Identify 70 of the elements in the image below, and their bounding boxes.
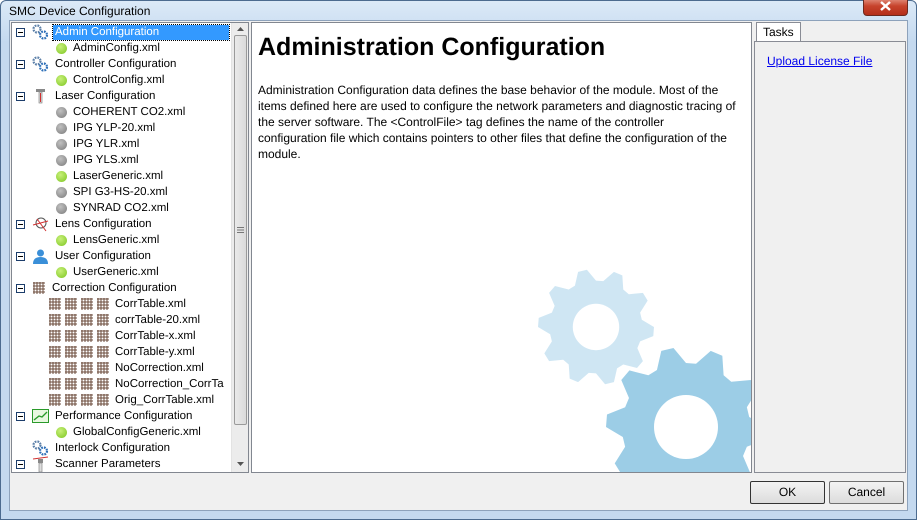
vertical-scrollbar[interactable] bbox=[231, 23, 248, 472]
tree-leaf[interactable]: LaserGeneric.xml bbox=[73, 168, 164, 184]
tree-leaf[interactable]: corrTable-20.xml bbox=[115, 312, 200, 328]
minus-icon bbox=[18, 286, 23, 290]
tree-node[interactable]: Controller Configuration bbox=[53, 56, 178, 72]
collapse-toggle[interactable] bbox=[16, 60, 25, 68]
tree-leaf[interactable]: NoCorrection.xml bbox=[115, 360, 204, 376]
tree-leaf[interactable]: AdminConfig.xml bbox=[73, 40, 160, 56]
collapse-toggle[interactable] bbox=[16, 92, 25, 100]
tree-leaf[interactable]: NoCorrection_CorrTa bbox=[115, 376, 224, 392]
scroll-up-icon bbox=[236, 27, 244, 31]
close-icon bbox=[880, 1, 891, 11]
tree-leaf[interactable]: CorrTable.xml bbox=[115, 296, 186, 312]
tree-leaf[interactable]: Orig_CorrTable.xml bbox=[115, 392, 214, 408]
tree-leaf[interactable]: LensGeneric.xml bbox=[73, 232, 160, 248]
tree-node[interactable]: Interlock Configuration bbox=[53, 440, 172, 456]
tree-leaf[interactable]: SYNRAD CO2.xml bbox=[73, 200, 169, 216]
grid-table-icon bbox=[48, 329, 110, 343]
minus-icon bbox=[18, 62, 23, 66]
tree-leaf[interactable]: CorrTable-y.xml bbox=[115, 344, 195, 360]
ok-button[interactable]: OK bbox=[750, 480, 825, 504]
chart-icon bbox=[32, 409, 49, 423]
gears-icon bbox=[32, 440, 49, 456]
tree-node[interactable]: Performance Configuration bbox=[53, 408, 194, 424]
collapse-toggle[interactable] bbox=[16, 460, 25, 468]
tree-leaf[interactable]: IPG YLR.xml bbox=[73, 136, 140, 152]
tasks-tab[interactable]: Tasks bbox=[756, 22, 801, 41]
tree-leaf[interactable]: IPG YLS.xml bbox=[73, 152, 139, 168]
user-icon bbox=[32, 248, 49, 264]
gears-icon bbox=[32, 24, 49, 40]
grid-table-icon bbox=[48, 313, 110, 327]
content-description: Administration Configuration data defines the base behavior of the module. Most of the items defined here are used to configure the network parameters and diagnostic tracing of the server software. The <ControlFile> tag defines the name of the controller configuration file which contains pointers to other files that define the configuration of the module. bbox=[258, 82, 736, 162]
grid-table-icon bbox=[48, 361, 110, 375]
content-heading: Administration Configuration bbox=[258, 33, 606, 62]
gears-icon bbox=[32, 56, 49, 72]
window-title: SMC Device Configuration bbox=[9, 4, 150, 18]
tree-node[interactable]: Correction Configuration bbox=[50, 280, 179, 296]
minus-icon bbox=[18, 254, 23, 258]
scroll-thumb[interactable] bbox=[234, 35, 246, 425]
tree-node[interactable]: Laser Configuration bbox=[53, 88, 158, 104]
scroll-down-icon bbox=[236, 462, 244, 466]
collapse-toggle[interactable] bbox=[16, 284, 25, 292]
grid-table-icon bbox=[48, 377, 110, 391]
tree-leaf[interactable]: SPI G3-HS-20.xml bbox=[73, 184, 168, 200]
tree-node[interactable]: Lens Configuration bbox=[53, 216, 154, 232]
minus-icon bbox=[18, 462, 23, 466]
tree-leaf[interactable]: IPG YLP-20.xml bbox=[73, 120, 156, 136]
tree-leaf[interactable]: UserGeneric.xml bbox=[73, 264, 159, 280]
lens-icon bbox=[32, 216, 49, 232]
cancel-button[interactable]: Cancel bbox=[829, 480, 904, 504]
tree-leaf[interactable]: ControlConfig.xml bbox=[73, 72, 164, 88]
collapse-toggle[interactable] bbox=[16, 220, 25, 228]
tree-leaf[interactable]: CorrTable-x.xml bbox=[115, 328, 196, 344]
tree-node[interactable]: Scanner Parameters bbox=[53, 456, 162, 472]
minus-icon bbox=[18, 414, 23, 418]
collapse-toggle[interactable] bbox=[16, 252, 25, 260]
grid-table-icon bbox=[48, 297, 110, 311]
upload-link[interactable]: Upload License File bbox=[767, 54, 872, 68]
minus-icon bbox=[18, 222, 23, 226]
tree-leaf[interactable]: COHERENT CO2.xml bbox=[73, 104, 186, 120]
collapse-toggle[interactable] bbox=[16, 412, 25, 420]
tree-leaf[interactable]: GlobalConfigGeneric.xml bbox=[73, 424, 201, 440]
collapse-toggle[interactable] bbox=[16, 28, 25, 36]
grid-table-icon bbox=[48, 345, 110, 359]
close-button[interactable] bbox=[863, 0, 908, 16]
minus-icon bbox=[18, 30, 23, 34]
tree-node[interactable]: User Configuration bbox=[53, 248, 153, 264]
grid-icon bbox=[32, 281, 46, 295]
grid-table-icon bbox=[48, 393, 110, 407]
minus-icon bbox=[18, 94, 23, 98]
